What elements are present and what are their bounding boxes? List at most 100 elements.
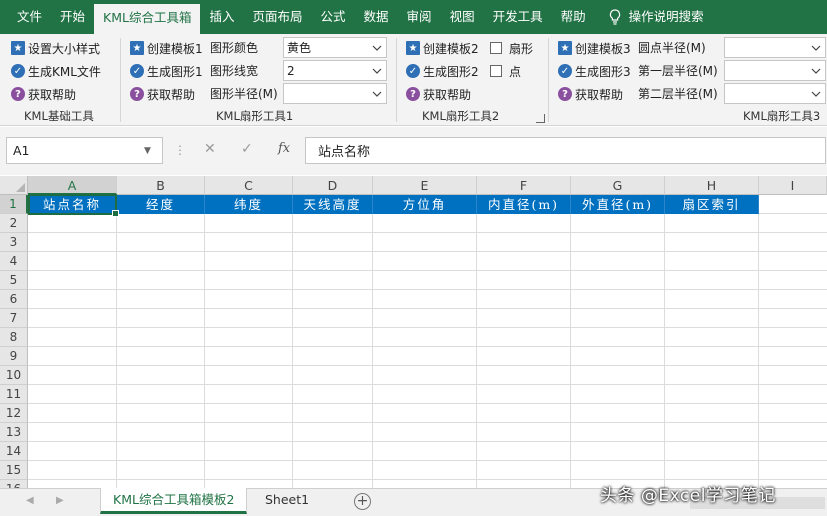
watermark-text: 头条 @Excel学习笔记 [600,486,776,506]
point-checkbox[interactable]: 点 [490,61,521,81]
color-dropdown[interactable]: 黄色 [283,37,387,58]
row-header[interactable]: 5 [0,271,28,290]
tab-home[interactable]: 开始 [51,0,94,34]
tab-view[interactable]: 视图 [441,0,484,34]
grid-column-line [292,195,293,488]
excel-window: 文件 开始 KML综合工具箱 插入 页面布局 公式 数据 审阅 视图 开发工具 … [0,0,827,516]
help-icon: ? [11,87,25,101]
header-cell[interactable]: 扇区索引 [665,195,759,214]
tell-me-search[interactable]: 操作说明搜索 [595,0,713,34]
header-cell[interactable]: 内直径(m) [477,195,571,214]
tab-page-layout[interactable]: 页面布局 [244,0,312,34]
create-template-2-button[interactable]: ★ 创建模板2 [406,38,479,58]
help-button-3[interactable]: ? 获取帮助 [406,84,471,104]
linewidth-dropdown[interactable]: 2 [283,60,387,81]
create-template-3-button[interactable]: ★ 创建模板3 [558,38,631,58]
column-header[interactable]: C [205,176,293,195]
help-button-2[interactable]: ? 获取帮助 [130,84,195,104]
set-style-button[interactable]: ★ 设置大小样式 [11,38,100,58]
row-header[interactable]: 13 [0,423,28,442]
header-cell[interactable]: 纬度 [205,195,293,214]
active-cell-cursor [28,194,119,217]
sheet-tab-template2[interactable]: KML综合工具箱模板2 [100,488,248,514]
tab-developer[interactable]: 开发工具 [484,0,552,34]
create-template-1-button[interactable]: ★ 创建模板1 [130,38,203,58]
check-icon: ✓ [406,64,420,78]
column-header[interactable]: G [571,176,665,195]
help-button-4[interactable]: ? 获取帮助 [558,84,623,104]
gen-shape-3-button[interactable]: ✓ 生成图形3 [558,61,631,81]
grid-row-line [28,479,827,480]
column-header[interactable]: I [759,176,827,195]
tab-review[interactable]: 审阅 [398,0,441,34]
grid-column-line [664,195,665,488]
chevron-down-icon [807,61,825,80]
insert-function-icon[interactable]: fx [278,141,290,156]
chevron-down-icon [807,84,825,103]
sector-checkbox[interactable]: 扇形 [490,38,533,58]
dialog-launcher-icon[interactable] [536,114,545,123]
grid-row-line [28,384,827,385]
column-header[interactable]: F [477,176,571,195]
row-header[interactable]: 2 [0,214,28,233]
column-header[interactable]: A [28,176,117,195]
select-all-corner[interactable] [0,176,28,195]
row-header[interactable]: 4 [0,252,28,271]
gen-kml-button[interactable]: ✓ 生成KML文件 [11,61,101,81]
group-kml-sector-1: ★ 创建模板1 ✓ 生成图形1 ? 获取帮助 图形颜色 图形线宽 图形半径(M)… [121,34,394,126]
cancel-icon[interactable]: ✕ [204,141,216,157]
row-header[interactable]: 10 [0,366,28,385]
next-sheet-icon[interactable]: ▶ [56,495,64,506]
row-header[interactable]: 9 [0,347,28,366]
caret-down-icon: ▼ [144,145,151,156]
gen-shape-2-button[interactable]: ✓ 生成图形2 [406,61,479,81]
row-header[interactable]: 8 [0,328,28,347]
column-header[interactable]: E [373,176,477,195]
tab-help[interactable]: 帮助 [552,0,595,34]
dot-radius-dropdown[interactable] [724,37,826,58]
header-cell[interactable]: 外直径(m) [571,195,665,214]
worksheet-grid[interactable]: ABCDEFGHI 12345678910111213141516 站点名称经度… [0,176,827,488]
tab-formulas[interactable]: 公式 [312,0,355,34]
enter-check-icon[interactable]: ✓ [241,141,253,157]
column-header[interactable]: D [293,176,373,195]
add-sheet-icon[interactable]: + [354,493,371,510]
second-radius-dropdown[interactable] [724,83,826,104]
row-header[interactable]: 3 [0,233,28,252]
sheet-tab-sheet1[interactable]: Sheet1 [253,488,321,514]
first-radius-label: 第一层半径(M) [638,64,718,78]
help-icon: ? [406,87,420,101]
lightbulb-icon [609,9,620,25]
tab-insert[interactable]: 插入 [200,0,243,34]
row-header[interactable]: 11 [0,385,28,404]
first-radius-dropdown[interactable] [724,60,826,81]
group-kml-basic: ★ 设置大小样式 ✓ 生成KML文件 ? 获取帮助 KML基础工具 [0,34,120,126]
gen-shape-1-button[interactable]: ✓ 生成图形1 [130,61,203,81]
splitter-handle[interactable]: ⋮ [174,143,186,157]
tab-kml-toolbox[interactable]: KML综合工具箱 [94,4,201,34]
formula-input[interactable]: 站点名称 [305,137,826,164]
formula-bar: A1 ▼ ⋮ ✕ ✓ fx 站点名称 [0,127,827,175]
check-icon: ✓ [130,64,144,78]
header-cell[interactable]: 天线高度 [293,195,373,214]
star-icon: ★ [11,41,25,55]
radius-dropdown[interactable] [283,83,387,104]
row-header[interactable]: 14 [0,442,28,461]
tab-data[interactable]: 数据 [355,0,398,34]
grid-row-line [28,365,827,366]
help-button-1[interactable]: ? 获取帮助 [11,84,76,104]
row-header[interactable]: 15 [0,461,28,480]
prev-sheet-icon[interactable]: ◀ [26,495,34,506]
column-header[interactable]: B [117,176,205,195]
name-box[interactable]: A1 ▼ [6,137,163,164]
row-header[interactable]: 6 [0,290,28,309]
grid-column-line [372,195,373,488]
row-header[interactable]: 1 [0,195,28,214]
row-header[interactable]: 12 [0,404,28,423]
tab-file[interactable]: 文件 [0,0,51,34]
row-header[interactable]: 16 [0,480,28,488]
header-cell[interactable]: 方位角 [373,195,477,214]
column-header[interactable]: H [665,176,759,195]
row-header[interactable]: 7 [0,309,28,328]
header-cell[interactable]: 经度 [117,195,205,214]
